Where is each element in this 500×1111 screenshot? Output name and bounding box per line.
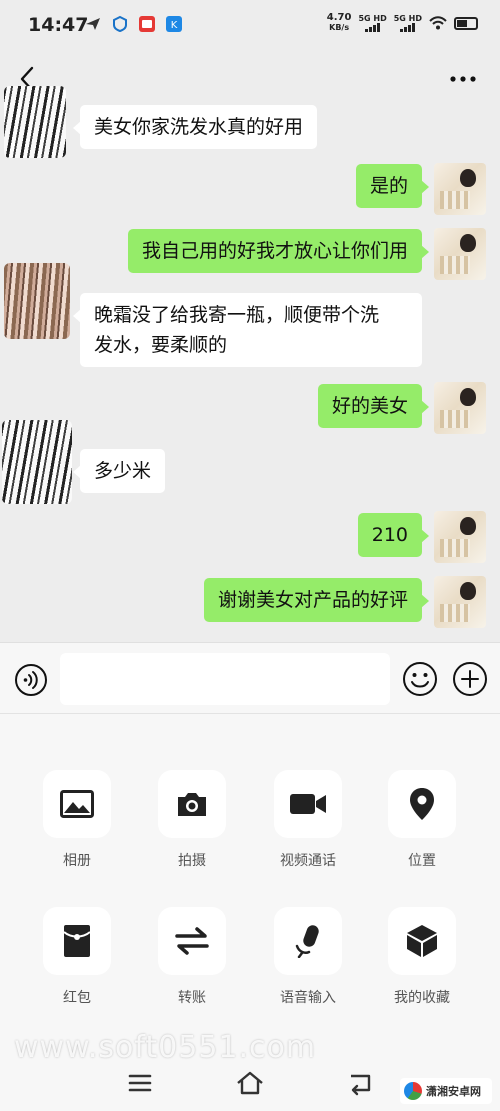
net-speed: 4.70 KB/s: [327, 13, 352, 33]
signal-sim1: 5G HD: [358, 14, 387, 32]
emoji-icon[interactable]: [402, 661, 438, 697]
panel-item-label: 相册: [63, 853, 91, 869]
my-avatar[interactable]: [434, 576, 486, 628]
panel-item-box: [274, 907, 342, 975]
status-app-icons: K: [84, 15, 183, 33]
panel-item-label: 红包: [63, 990, 91, 1006]
watermark: www.soft0551.com: [14, 1030, 317, 1065]
panel-item-label: 拍摄: [178, 853, 206, 869]
message-bubble-outgoing[interactable]: 是的: [355, 164, 430, 208]
message-bubble-incoming[interactable]: 多少米: [72, 449, 166, 493]
wifi-icon: [429, 16, 447, 30]
voice-icon[interactable]: [14, 663, 48, 697]
message-bubble-outgoing[interactable]: 好的美女: [317, 384, 430, 428]
transfer-icon: [175, 927, 209, 955]
panel-item-label: 视频通话: [280, 853, 336, 869]
panel-item-camera[interactable]: 拍摄: [152, 770, 232, 870]
my-avatar[interactable]: [434, 511, 486, 563]
panel-item-label: 转账: [178, 990, 206, 1006]
more-icon[interactable]: [446, 66, 480, 92]
microphone-icon: [295, 925, 319, 958]
brand-logo-icon: [404, 1082, 422, 1100]
svg-text:K: K: [171, 20, 178, 31]
input-bar: [0, 642, 500, 714]
message-line: 发水，要柔顺的: [94, 334, 228, 356]
panel-item-transfer[interactable]: 转账: [152, 907, 232, 1007]
contact-avatar[interactable]: [4, 86, 66, 158]
brand-logo-text: 潇湘安卓网: [426, 1085, 481, 1098]
my-avatar[interactable]: [434, 382, 486, 434]
shield-icon: [113, 15, 127, 33]
panel-item-voice-input[interactable]: 语音输入: [268, 907, 348, 1007]
panel-item-label: 语音输入: [280, 990, 336, 1006]
cube-icon: [407, 925, 437, 957]
signal-sim2: 5G HD: [394, 14, 422, 32]
panel-item-label: 我的收藏: [394, 990, 450, 1006]
message-bubble-outgoing[interactable]: 我自己用的好我才放心让你们用: [127, 229, 430, 273]
message-bubble-outgoing[interactable]: 谢谢美女对产品的好评: [203, 578, 430, 622]
panel-item-box: [388, 907, 456, 975]
back-icon[interactable]: [345, 1068, 375, 1098]
my-avatar[interactable]: [434, 163, 486, 215]
status-bar: 14:47 K 4.70 KB/s 5G HD 5G HD: [0, 0, 500, 52]
sim1-label: 5G HD: [358, 14, 387, 23]
panel-item-box: [43, 907, 111, 975]
battery-icon: [454, 16, 478, 30]
brand-logo: 潇湘安卓网: [400, 1078, 492, 1104]
net-speed-unit: KB/s: [329, 23, 350, 32]
signal-bars-icon: [400, 23, 416, 32]
panel-item-box: [158, 907, 226, 975]
panel-item-album[interactable]: 相册: [37, 770, 117, 870]
plus-icon[interactable]: [452, 661, 488, 697]
contact-avatar[interactable]: [4, 263, 70, 339]
send-icon: [86, 18, 100, 30]
app-red-icon: [139, 16, 155, 32]
red-packet-icon: [63, 925, 91, 957]
panel-item-red-packet[interactable]: 红包: [37, 907, 117, 1007]
message-bubble-incoming[interactable]: 晚霜没了给我寄一瓶，顺便带个洗 发水，要柔顺的: [73, 293, 422, 367]
location-icon: [410, 788, 434, 820]
app-blue-icon: K: [166, 16, 182, 32]
panel-item-box: [388, 770, 456, 838]
status-indicators: 4.70 KB/s 5G HD 5G HD: [327, 13, 478, 33]
panel-item-box: [274, 770, 342, 838]
panel-item-box: [158, 770, 226, 838]
sim2-label: 5G HD: [393, 14, 422, 23]
image-icon: [60, 790, 94, 818]
message-line: 晚霜没了给我寄一瓶，顺便带个洗: [94, 304, 380, 326]
panel-item-favorites[interactable]: 我的收藏: [382, 907, 462, 1007]
menu-icon[interactable]: [125, 1068, 155, 1098]
message-bubble-outgoing[interactable]: 210: [357, 513, 430, 557]
status-time: 14:47: [28, 14, 89, 36]
panel-item-location[interactable]: 位置: [382, 770, 462, 870]
panel-item-video-call[interactable]: 视频通话: [268, 770, 348, 870]
contact-avatar[interactable]: [2, 420, 72, 504]
panel-item-label: 位置: [408, 853, 436, 869]
my-avatar[interactable]: [434, 228, 486, 280]
function-panel: 相册 拍摄 视频通话 位置 红包 转账 语音输入 我的收藏: [0, 714, 500, 1054]
message-input[interactable]: [60, 653, 390, 705]
home-icon[interactable]: [235, 1068, 265, 1098]
camera-icon: [178, 793, 206, 816]
message-bubble-incoming[interactable]: 美女你家洗发水真的好用: [72, 105, 318, 149]
panel-item-box: [43, 770, 111, 838]
net-speed-value: 4.70: [326, 12, 352, 23]
video-icon: [290, 794, 326, 814]
signal-bars-icon: [365, 23, 381, 32]
chat-area[interactable]: 美女你家洗发水真的好用 是的 我自己用的好我才放心让你们用 晚霜没了给我寄一瓶，…: [0, 86, 500, 640]
